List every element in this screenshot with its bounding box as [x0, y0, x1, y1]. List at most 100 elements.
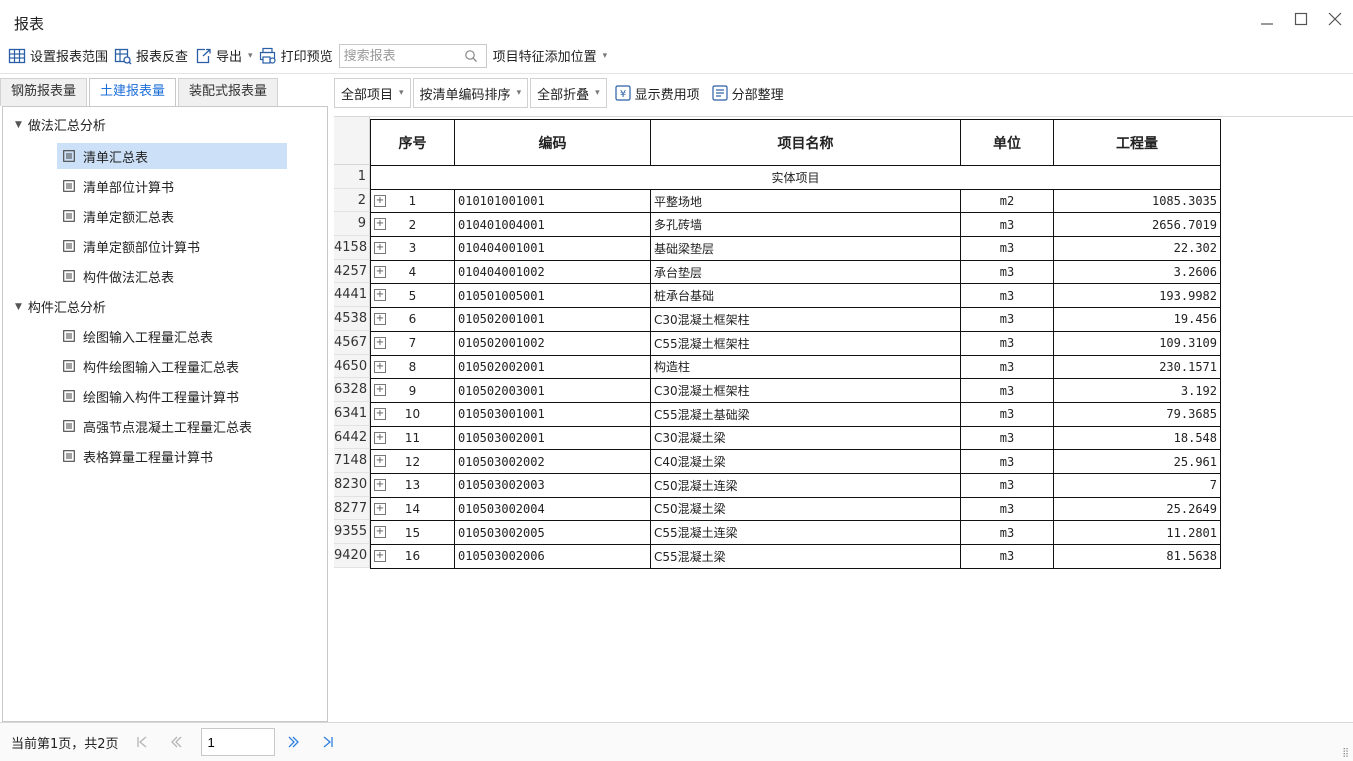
expand-icon[interactable]: + — [374, 218, 386, 231]
tree-item-bill-summary[interactable]: 清单汇总表 — [57, 143, 287, 169]
tree-item-drawing-summary[interactable]: 绘图输入工程量汇总表 — [57, 323, 287, 349]
table-row[interactable]: +16 010503002006 C55混凝土梁 m3 81.5638 — [370, 544, 1221, 569]
expand-icon[interactable]: + — [374, 502, 386, 515]
resize-grip-icon[interactable]: ⣿ — [1342, 748, 1349, 758]
table-row[interactable]: +9 010502003001 C30混凝土框架柱 m3 3.192 — [370, 378, 1221, 403]
row-number[interactable]: 9 — [334, 212, 370, 237]
collapse-dropdown[interactable]: 全部折叠 ▾ — [530, 78, 607, 108]
show-fees-button[interactable]: ¥ 显示费用项 — [609, 78, 706, 108]
close-button[interactable] — [1327, 12, 1343, 28]
search-icon[interactable] — [464, 49, 478, 63]
table-row[interactable]: +2 010401004001 多孔砖墙 m3 2656.7019 — [370, 212, 1221, 238]
tab-rebar[interactable]: 钢筋报表量 — [0, 78, 88, 106]
tree-group-method-summary[interactable]: ▼ 做法汇总分析 — [15, 115, 106, 134]
feature-position-dropdown[interactable]: 项目特征添加位置 ▾ — [493, 44, 608, 68]
expand-icon[interactable]: + — [374, 313, 386, 326]
table-row[interactable]: +4 010404001002 承台垫层 m3 3.2606 — [370, 259, 1221, 285]
arrange-button[interactable]: 分部整理 — [706, 78, 790, 108]
row-number[interactable]: 4257 — [334, 259, 370, 284]
row-number[interactable]: 9420 — [334, 544, 370, 568]
expand-icon[interactable]: + — [374, 336, 386, 349]
caret-down-icon[interactable]: ▼ — [15, 302, 22, 312]
table-row[interactable]: +12 010503002002 C40混凝土梁 m3 25.961 — [370, 449, 1221, 474]
export-dropdown-icon[interactable]: ▾ — [248, 51, 253, 61]
prev-page-button[interactable] — [167, 733, 185, 751]
first-page-button[interactable] — [133, 733, 151, 751]
expand-icon[interactable]: + — [374, 360, 386, 373]
table-row[interactable]: +5 010501005001 桩承台基础 m3 193.9982 — [370, 283, 1221, 309]
table-row[interactable]: +7 010502001002 C55混凝土框架柱 m3 109.3109 — [370, 330, 1221, 356]
tree-item-bill-quota-location[interactable]: 清单定额部位计算书 — [57, 233, 287, 259]
set-range-button[interactable]: 设置报表范围 — [8, 44, 108, 68]
expand-icon[interactable]: + — [374, 289, 386, 302]
expand-icon[interactable]: + — [374, 478, 386, 491]
table-row[interactable]: +13 010503002003 C50混凝土连梁 m3 7 — [370, 472, 1221, 498]
tree-group-label: 构件汇总分析 — [27, 301, 106, 316]
export-button[interactable]: 导出 ▾ — [194, 44, 253, 68]
expand-icon[interactable]: + — [374, 455, 386, 468]
page-number-input[interactable] — [200, 728, 275, 756]
table-row[interactable]: +15 010503002005 C55混凝土连梁 m3 11.2801 — [370, 520, 1221, 545]
table-row[interactable]: +3 010404001001 基础梁垫层 m3 22.302 — [370, 236, 1221, 261]
caret-down-icon[interactable]: ▼ — [15, 120, 22, 130]
all-items-label: 全部项目 — [341, 87, 394, 103]
expand-icon[interactable]: + — [374, 265, 386, 278]
row-number[interactable]: 7148 — [334, 449, 370, 473]
minimize-button[interactable] — [1259, 12, 1275, 28]
tab-civil[interactable]: 土建报表量 — [89, 78, 177, 106]
table-row[interactable]: +6 010502001001 C30混凝土框架柱 m3 19.456 — [370, 307, 1221, 332]
table-row[interactable]: +14 010503002004 C50混凝土梁 m3 25.2649 — [370, 496, 1221, 522]
row-number[interactable]: 4158 — [334, 236, 370, 260]
tree-item-high-strength-node[interactable]: 高强节点混凝土工程量汇总表 — [57, 413, 287, 439]
row-number[interactable]: 4650 — [334, 354, 370, 379]
collapse-label: 全部折叠 — [537, 87, 590, 103]
tree-item-drawing-component-calc[interactable]: 绘图输入构件工程量计算书 — [57, 383, 287, 409]
search-box — [338, 43, 487, 68]
cell-qty: 22.302 — [1053, 236, 1221, 261]
row-number[interactable]: 6328 — [334, 378, 370, 402]
tree-item-bill-quota-summary[interactable]: 清单定额汇总表 — [57, 203, 287, 229]
expand-icon[interactable]: + — [374, 407, 386, 420]
reverse-check-button[interactable]: 报表反查 — [114, 44, 188, 68]
all-items-dropdown[interactable]: 全部项目 ▾ — [334, 78, 411, 108]
next-page-button[interactable] — [285, 733, 303, 751]
row-number[interactable]: 8230 — [334, 472, 370, 497]
row-number[interactable]: 4441 — [334, 283, 370, 308]
table-row[interactable]: +10 010503001001 C55混凝土基础梁 m3 79.3685 — [370, 401, 1221, 427]
table-row[interactable]: +8 010502002001 构造柱 m3 230.1571 — [370, 354, 1221, 380]
expand-icon[interactable]: + — [374, 384, 386, 397]
report-search-input[interactable] — [343, 48, 464, 63]
tree-item-bill-location[interactable]: 清单部位计算书 — [57, 173, 287, 199]
expand-icon[interactable]: + — [374, 526, 386, 539]
cell-seq: +8 — [370, 354, 455, 380]
row-number[interactable]: 4567 — [334, 330, 370, 355]
seq-value: 7 — [408, 336, 417, 351]
sort-dropdown[interactable]: 按清单编码排序 ▾ — [412, 78, 529, 108]
row-number[interactable]: 6341 — [334, 401, 370, 426]
print-preview-button[interactable]: 打印预览 — [259, 44, 333, 68]
expand-icon[interactable]: + — [374, 194, 386, 207]
tab-prefab[interactable]: 装配式报表量 — [178, 78, 279, 106]
row-number[interactable]: 1 — [334, 165, 370, 189]
table-row[interactable]: +1 010101001001 平整场地 m2 1085.3035 — [370, 188, 1221, 214]
document-icon — [63, 150, 75, 162]
tree-item-component-method[interactable]: 构件做法汇总表 — [57, 263, 287, 289]
row-number[interactable]: 6442 — [334, 425, 370, 450]
seq-value: 3 — [408, 241, 417, 256]
tree-item-table-calc[interactable]: 表格算量工程量计算书 — [57, 443, 287, 469]
expand-icon[interactable]: + — [374, 431, 386, 444]
report-grid: 1 2 9 4158 4257 4441 4538 4567 4650 6328 6341 6442 7… — [334, 116, 1353, 722]
tree-item-component-drawing-summary[interactable]: 构件绘图输入工程量汇总表 — [57, 353, 287, 379]
last-page-button[interactable] — [319, 733, 337, 751]
section-row: 实体项目 — [370, 165, 1221, 190]
tree-group-component-summary[interactable]: ▼ 构件汇总分析 — [15, 297, 106, 316]
cell-code: 010502001001 — [454, 307, 651, 332]
row-number[interactable]: 4538 — [334, 307, 370, 331]
expand-icon[interactable]: + — [374, 550, 386, 562]
row-number[interactable]: 8277 — [334, 496, 370, 521]
row-number[interactable]: 9355 — [334, 520, 370, 544]
expand-icon[interactable]: + — [374, 242, 386, 255]
table-row[interactable]: +11 010503002001 C30混凝土梁 m3 18.548 — [370, 425, 1221, 451]
row-number[interactable]: 2 — [334, 188, 370, 213]
maximize-button[interactable] — [1293, 12, 1309, 28]
